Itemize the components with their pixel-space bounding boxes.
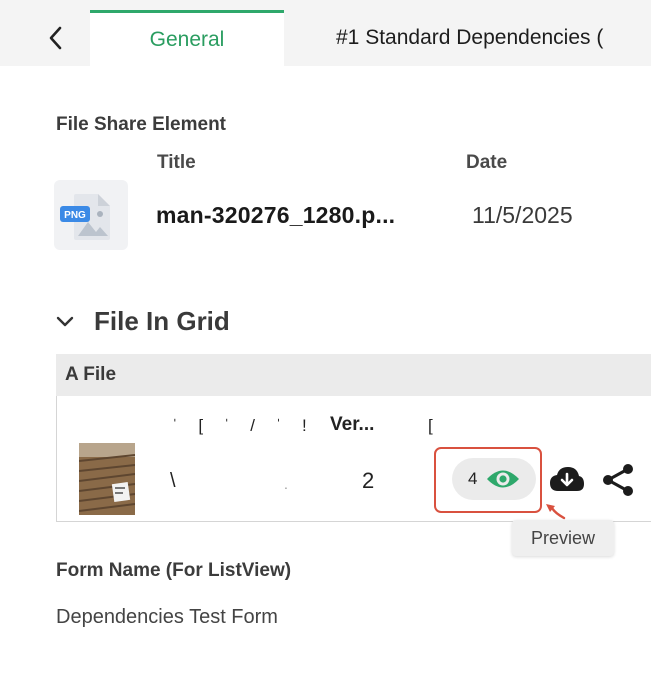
back-button[interactable] <box>40 20 70 56</box>
clipped-column-header: ˈ [ ˈ / ˈ ! <box>172 416 315 435</box>
tab-general[interactable]: General <box>90 10 284 66</box>
version-column-header: Ver... <box>330 414 375 435</box>
preview-button[interactable]: 4 <box>452 458 536 500</box>
download-button[interactable] <box>548 462 586 496</box>
file-thumbnail[interactable] <box>79 443 135 515</box>
share-icon <box>603 464 633 496</box>
preview-count: 4 <box>468 469 478 488</box>
form-name-value: Dependencies Test Form <box>56 606 278 628</box>
png-file-icon[interactable]: PNG <box>54 180 128 250</box>
clipped-cell-dot: . <box>284 476 296 492</box>
cloud-download-icon <box>550 467 584 491</box>
a-file-label: A File <box>65 364 117 385</box>
version-value: 2 <box>362 468 375 493</box>
preview-tooltip: Preview <box>512 520 614 556</box>
back-chevron-icon <box>49 26 62 50</box>
a-file-column-bar: A File <box>56 354 651 396</box>
chevron-down-icon <box>56 316 74 326</box>
clipped-column-header-tail: [ <box>428 416 433 435</box>
date-column-header: Date <box>466 152 508 173</box>
form-name-label: Form Name (For ListView) <box>56 560 292 581</box>
png-badge-text: PNG <box>64 210 86 221</box>
eye-icon <box>487 470 520 488</box>
file-share-section-label: File Share Element <box>56 114 227 135</box>
share-button[interactable] <box>598 460 638 500</box>
tab-dependencies-label: #1 Standard Dependencies ( <box>336 26 604 49</box>
file-in-grid-toggle[interactable]: File In Grid <box>56 306 230 337</box>
tab-standard-dependencies[interactable]: #1 Standard Dependencies ( <box>336 10 651 66</box>
file-in-grid-heading: File In Grid <box>94 306 230 336</box>
clipped-cell-value: \ <box>170 470 184 492</box>
file-title-link[interactable]: man-320276_1280.p... <box>156 202 395 229</box>
title-column-header: Title <box>157 152 196 173</box>
file-date: 11/5/2025 <box>472 202 573 228</box>
tab-general-label: General <box>149 27 225 51</box>
